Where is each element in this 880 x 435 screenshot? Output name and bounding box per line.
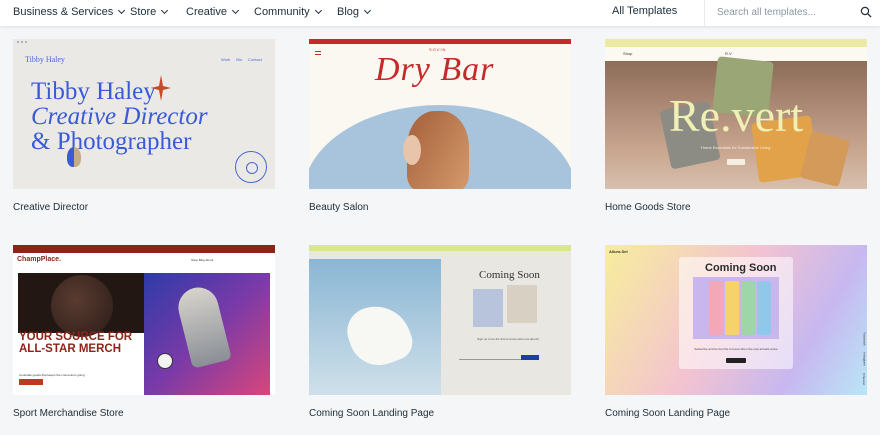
- product-tube: [757, 281, 771, 335]
- template-thumbnail[interactable]: Tibby Haley Work Bio Contact Tibby Haley…: [13, 39, 275, 189]
- preview-logo: Allura.Set: [609, 249, 628, 254]
- soccer-ball-icon: [157, 353, 173, 369]
- chevron-down-icon: [161, 6, 169, 15]
- preview-subtitle: Courtside goods that keeps the momentum …: [19, 373, 85, 377]
- all-templates-link[interactable]: All Templates: [612, 5, 677, 17]
- browser-dots: [17, 41, 27, 43]
- template-thumbnail[interactable]: Allura.Set Coming Soon Subscribe and be …: [605, 245, 867, 395]
- nav-store[interactable]: Store: [130, 6, 169, 18]
- template-card-home-goods-store[interactable]: Shop R.V Re.vert Home Essentials for Sus…: [605, 39, 867, 213]
- template-card-coming-soon-2[interactable]: Allura.Set Coming Soon Subscribe and be …: [605, 245, 867, 419]
- nav-label: Store: [130, 6, 157, 18]
- social-label: Pinterest: [861, 373, 866, 385]
- preview-submit-button: [521, 355, 539, 360]
- star-icon: [151, 75, 171, 101]
- preview-tagline: Home Essentials for Sustainable Living: [701, 145, 771, 150]
- preview-subtitle: Subscribe and be the first to know when …: [694, 347, 778, 351]
- menu-icon: [315, 51, 321, 55]
- top-navigation: Business & Services Store Creative Commu…: [0, 0, 880, 26]
- model-face: [403, 135, 421, 165]
- product-image: [473, 289, 503, 327]
- portrait-image: [67, 147, 81, 167]
- product-tube: [725, 281, 739, 335]
- preview-nav: Shop Blog About: [191, 258, 214, 262]
- template-thumbnail[interactable]: Coming Soon Sign up to be the first to k…: [309, 245, 571, 395]
- template-title[interactable]: Coming Soon Landing Page: [309, 408, 434, 419]
- announcement-bar: [605, 39, 867, 47]
- nav-label: Creative: [186, 6, 227, 18]
- template-thumbnail[interactable]: SOVIN Dry Bar: [309, 39, 571, 189]
- chevron-down-icon: [363, 6, 372, 15]
- nav-label: Blog: [337, 6, 360, 18]
- social-label: Facebook: [862, 332, 867, 346]
- chevron-down-icon: [231, 6, 240, 15]
- template-title[interactable]: Home Goods Store: [605, 202, 691, 213]
- chevron-down-icon: [118, 6, 126, 15]
- preview-shop-button: [727, 159, 745, 165]
- template-card-coming-soon-1[interactable]: Coming Soon Sign up to be the first to k…: [309, 245, 571, 419]
- chevron-down-icon: [314, 6, 322, 15]
- product-tube: [709, 281, 723, 335]
- announcement-bar: [309, 39, 571, 44]
- preview-brand: Tibby Haley: [25, 55, 65, 64]
- template-title[interactable]: Coming Soon Landing Page: [605, 408, 730, 419]
- preview-logo: ChampPlace.: [17, 256, 61, 263]
- preview-hero: Tibby Haley Creative Director & Photogra…: [31, 78, 208, 155]
- preview-hero: YOUR SOURCE FOR ALL-STAR MERCH: [19, 331, 133, 355]
- template-card-sport-merchandise-store[interactable]: ChampPlace. Shop Blog About YOUR SOURCE …: [13, 245, 275, 419]
- social-label: Instagram: [862, 352, 867, 366]
- preview-hero: Coming Soon: [479, 269, 540, 281]
- preview-subtitle: Sign up to be the first to know when we …: [477, 337, 539, 341]
- announcement-bar: [13, 245, 275, 253]
- template-card-beauty-salon[interactable]: SOVIN Dry Bar Beauty Salon: [309, 39, 571, 213]
- nav-label: Business & Services: [13, 6, 114, 18]
- preview-shop-button: [19, 379, 43, 385]
- search-input[interactable]: [717, 4, 847, 20]
- preview-hero: Dry Bar: [375, 51, 495, 88]
- template-title[interactable]: Creative Director: [13, 202, 88, 213]
- preview-nav: Work Bio Contact: [221, 57, 262, 62]
- nav-community[interactable]: Community: [254, 6, 322, 18]
- template-title[interactable]: Sport Merchandise Store: [13, 408, 124, 419]
- football-image: [51, 275, 113, 337]
- globe-icon: [235, 151, 267, 183]
- product-tube: [741, 281, 755, 335]
- preview-hero: Re.vert: [669, 90, 804, 141]
- nav-label: Community: [254, 6, 310, 18]
- search-icon[interactable]: [860, 6, 872, 18]
- nav-business-services[interactable]: Business & Services: [13, 6, 126, 18]
- template-card-creative-director[interactable]: Tibby Haley Work Bio Contact Tibby Haley…: [13, 39, 275, 213]
- template-thumbnail[interactable]: ChampPlace. Shop Blog About YOUR SOURCE …: [13, 245, 275, 395]
- preview-hero: Coming Soon: [705, 262, 777, 274]
- template-thumbnail[interactable]: Shop R.V Re.vert Home Essentials for Sus…: [605, 39, 867, 189]
- search-box: [704, 0, 880, 26]
- preview-subscribe-button: [726, 358, 746, 363]
- product-image: [507, 285, 537, 323]
- nav-blog[interactable]: Blog: [337, 6, 372, 18]
- announcement-bar: [309, 245, 571, 251]
- preview-nav: Shop R.V: [623, 51, 732, 56]
- template-title[interactable]: Beauty Salon: [309, 202, 369, 213]
- nav-creative[interactable]: Creative: [186, 6, 240, 18]
